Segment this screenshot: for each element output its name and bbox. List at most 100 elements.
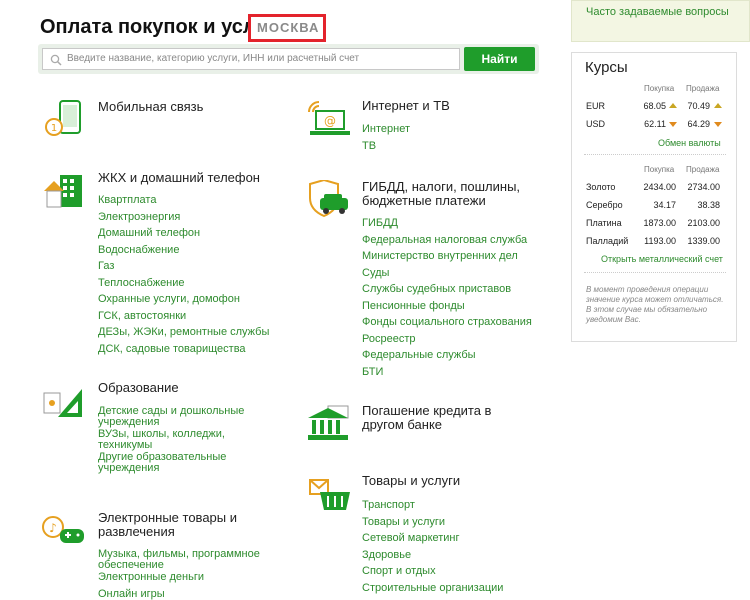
category-gibdd: ГИБДД, налоги, пошлины, бюджетные платеж… bbox=[306, 180, 536, 380]
link-list: ГИБДД Федеральная налоговая служба Минис… bbox=[362, 218, 542, 383]
city-label: МОСКВА bbox=[257, 20, 320, 35]
buy-header: Покупка bbox=[644, 165, 675, 174]
link-garage[interactable]: ГСК, автостоянки bbox=[98, 310, 278, 322]
page-title: Оплата покупок и услуг bbox=[40, 16, 275, 38]
divider bbox=[584, 272, 726, 273]
house-building-icon bbox=[44, 175, 82, 208]
link-internet[interactable]: Интернет bbox=[362, 124, 542, 135]
link-fns[interactable]: Федеральная налоговая служба bbox=[362, 234, 542, 246]
link-heating[interactable]: Теплоснабжение bbox=[98, 277, 278, 289]
music-gamepad-icon: ♪ bbox=[42, 516, 84, 543]
link-gibdd[interactable]: ГИБДД bbox=[362, 218, 542, 229]
metal-sell: 2734.00 bbox=[687, 182, 720, 192]
shopping-basket-icon bbox=[309, 479, 350, 510]
link-security[interactable]: Охранные услуги, домофон bbox=[98, 294, 278, 305]
link-e-money[interactable]: Электронные деньги bbox=[98, 572, 263, 583]
link-universities[interactable]: ВУЗы, школы, колледжи, техникумы bbox=[98, 429, 248, 451]
link-dez[interactable]: ДЕЗы, ЖЭКи, ремонтные службы bbox=[98, 327, 278, 338]
link-federal-services[interactable]: Федеральные службы bbox=[362, 350, 542, 361]
currency-sell: 64.29 bbox=[687, 119, 710, 129]
education-ruler-icon bbox=[43, 389, 82, 417]
rates-title: Курсы bbox=[585, 59, 628, 76]
category-goods: Товары и услуги Транспорт Товары и услуг… bbox=[306, 474, 536, 600]
category-electronics: ♪ Электронные товары и развлечения Музык… bbox=[42, 511, 272, 600]
link-courts[interactable]: Суды bbox=[362, 267, 542, 279]
category-mobile[interactable]: 1 Мобильная связь bbox=[42, 100, 272, 140]
link-list: Музыка, фильмы, программное обеспечение … bbox=[98, 549, 263, 600]
link-transport[interactable]: Транспорт bbox=[362, 500, 542, 511]
faq-box: Часто задаваемые вопросы bbox=[571, 0, 750, 42]
svg-text:1: 1 bbox=[51, 123, 57, 134]
sell-header: Продажа bbox=[686, 84, 720, 93]
metal-name: Палладий bbox=[586, 236, 629, 246]
category-title: Погашение кредита в другом банке bbox=[362, 403, 492, 432]
category-title: Мобильная связь bbox=[98, 99, 204, 114]
link-bailiffs[interactable]: Службы судебных приставов bbox=[362, 284, 542, 295]
buy-header: Покупка bbox=[644, 84, 675, 93]
category-title: ГИБДД, налоги, пошлины, бюджетные платеж… bbox=[362, 179, 521, 208]
faq-link[interactable]: Часто задаваемые вопросы bbox=[586, 7, 736, 18]
search-placeholder: Введите название, категорию услуги, ИНН … bbox=[67, 53, 360, 64]
currency-name: EUR bbox=[586, 101, 606, 111]
trend-down-icon bbox=[714, 122, 722, 127]
category-title: ЖКХ и домашний телефон bbox=[98, 170, 260, 185]
currency-buy: 62.11 bbox=[644, 119, 666, 129]
metal-account-link[interactable]: Открыть металлический счет bbox=[601, 254, 723, 264]
link-music-films[interactable]: Музыка, фильмы, программное обеспечение bbox=[98, 549, 263, 571]
link-tv[interactable]: ТВ bbox=[362, 140, 542, 152]
category-title: Интернет и ТВ bbox=[362, 98, 450, 113]
search-icon bbox=[50, 54, 62, 66]
sell-header: Продажа bbox=[686, 165, 720, 174]
link-dsk[interactable]: ДСК, садовые товарищества bbox=[98, 343, 278, 355]
city-selector[interactable]: МОСКВА bbox=[248, 14, 326, 42]
link-kindergartens[interactable]: Детские сады и дошкольные учреждения bbox=[98, 406, 248, 428]
link-home-phone[interactable]: Домашний телефон bbox=[98, 228, 278, 239]
category-housing: ЖКХ и домашний телефон Квартплата Электр… bbox=[42, 171, 272, 361]
category-title: Образование bbox=[98, 380, 179, 395]
link-social-insurance[interactable]: Фонды социального страхования bbox=[362, 317, 542, 328]
link-list: Транспорт Товары и услуги Сетевой маркет… bbox=[362, 500, 542, 599]
link-health[interactable]: Здоровье bbox=[362, 549, 542, 561]
link-water[interactable]: Водоснабжение bbox=[98, 244, 278, 256]
link-mvd[interactable]: Министерство внутренних дел bbox=[362, 251, 542, 262]
currency-exchange-link[interactable]: Обмен валюты bbox=[658, 138, 721, 148]
link-network-marketing[interactable]: Сетевой маркетинг bbox=[362, 533, 542, 544]
link-list: Интернет ТВ bbox=[362, 124, 542, 157]
link-online-games[interactable]: Онлайн игры bbox=[98, 588, 263, 600]
svg-text:@: @ bbox=[324, 114, 336, 128]
metal-sell: 38.38 bbox=[697, 200, 720, 210]
link-pension[interactable]: Пенсионные фонды bbox=[362, 300, 542, 312]
link-sport[interactable]: Спорт и отдых bbox=[362, 566, 542, 577]
metal-name: Платина bbox=[586, 218, 622, 228]
bank-building-icon bbox=[308, 405, 349, 440]
metal-buy: 1193.00 bbox=[644, 236, 676, 246]
link-list: Квартплата Электроэнергия Домашний телеф… bbox=[98, 195, 278, 360]
link-gas[interactable]: Газ bbox=[98, 261, 278, 272]
currency-name: USD bbox=[586, 119, 606, 129]
metal-name: Серебро bbox=[586, 200, 623, 210]
link-other-education[interactable]: Другие образовательные учреждения bbox=[98, 452, 248, 474]
link-bti[interactable]: БТИ bbox=[362, 366, 542, 378]
divider bbox=[584, 154, 726, 155]
category-credit[interactable]: Погашение кредита в другом банке bbox=[306, 404, 536, 444]
category-internet: @ Интернет и ТВ Интернет ТВ bbox=[306, 99, 536, 159]
category-education: Образование Детские сады и дошкольные уч… bbox=[42, 381, 272, 491]
mobile-phone-icon: 1 bbox=[45, 100, 81, 136]
search-input[interactable]: Введите название, категорию услуги, ИНН … bbox=[42, 48, 460, 70]
link-electricity[interactable]: Электроэнергия bbox=[98, 211, 278, 223]
category-title: Электронные товары и развлечения bbox=[98, 510, 237, 539]
link-construction[interactable]: Строительные организации bbox=[362, 582, 542, 594]
currency-sell: 70.49 bbox=[687, 101, 710, 111]
link-list: Детские сады и дошкольные учреждения ВУЗ… bbox=[98, 406, 248, 480]
link-rosreestr[interactable]: Росреестр bbox=[362, 333, 542, 345]
link-kvartplata[interactable]: Квартплата bbox=[98, 195, 278, 206]
rates-disclaimer: В момент проведения операции значение ку… bbox=[586, 285, 724, 324]
laptop-wifi-icon: @ bbox=[308, 101, 350, 135]
currency-buy: 68.05 bbox=[643, 101, 666, 111]
link-goods-services[interactable]: Товары и услуги bbox=[362, 516, 542, 528]
metal-buy: 34.17 bbox=[653, 200, 676, 210]
find-button[interactable]: Найти bbox=[464, 47, 535, 71]
metal-sell: 2103.00 bbox=[687, 218, 720, 228]
trend-up-icon bbox=[714, 103, 722, 108]
exchange-rates-panel: Курсы Покупка Продажа EUR 68.05 70.49 US… bbox=[571, 52, 737, 342]
